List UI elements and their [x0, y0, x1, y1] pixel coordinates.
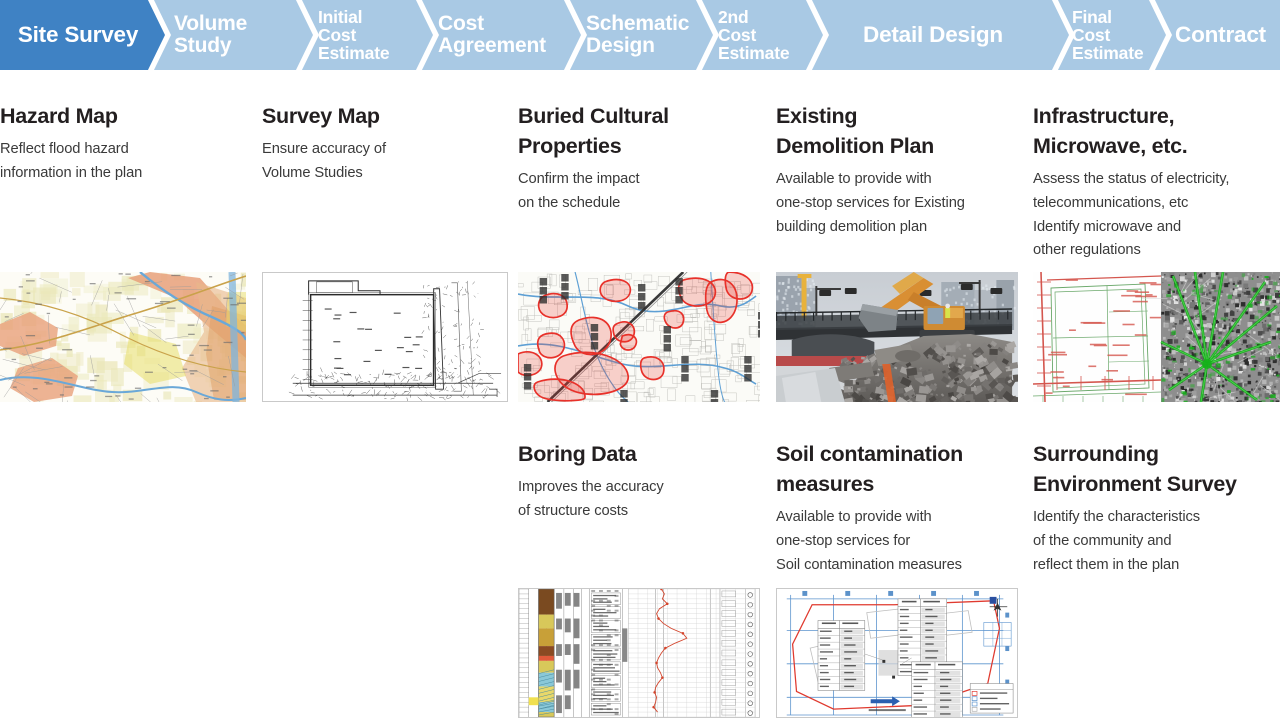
card-description: Ensure accuracy of Volume Studies: [262, 141, 386, 181]
process-step-label: Schematic Design: [586, 12, 690, 57]
thumbnail-boring-log[interactable]: [518, 588, 760, 718]
card-description: Reflect flood hazard information in the …: [0, 141, 143, 181]
process-breadcrumb: Site Survey Volume Study Initial Cost Esti…: [0, 0, 1280, 70]
thumbnail-demolition-photo[interactable]: [776, 272, 1018, 402]
survey-items-board: Hazard Map Reflect flood hazard informati…: [0, 70, 1280, 720]
card-title: Surrounding Environment Survey: [1033, 442, 1237, 496]
card-title: Buried Cultural Properties: [518, 104, 669, 158]
survey-column-0: Hazard Map Reflect flood hazard informati…: [0, 70, 248, 720]
thumbnail-infra-pair[interactable]: [1033, 272, 1280, 402]
process-step-label: 2nd Cost Estimate: [718, 6, 790, 64]
process-step-7[interactable]: Final Cost Estimate: [1056, 0, 1172, 70]
thumbnail-hazard-map[interactable]: [0, 272, 246, 402]
card-description: Confirm the impact on the schedule: [518, 171, 640, 211]
process-step-4[interactable]: Schematic Design: [568, 0, 719, 70]
survey-column-4: Infrastructure, Microwave, etc. Assess th…: [1033, 70, 1280, 720]
process-step-label: Final Cost Estimate: [1072, 6, 1144, 64]
process-step-label: Initial Cost Estimate: [318, 6, 390, 64]
survey-column-3: Existing Demolition Plan Available to pro…: [776, 70, 1026, 720]
process-step-label: Contract: [1175, 22, 1266, 48]
process-step-0[interactable]: Site Survey: [0, 0, 171, 70]
process-step-8[interactable]: Contract: [1153, 0, 1280, 70]
process-step-2[interactable]: Initial Cost Estimate: [300, 0, 439, 70]
card-title: Soil contamination measures: [776, 442, 963, 496]
card-description: Available to provide with one-stop servi…: [776, 509, 962, 573]
card-description: Improves the accuracy of structure costs: [518, 479, 664, 519]
process-step-label: Volume Study: [174, 12, 248, 57]
card-title: Existing Demolition Plan: [776, 104, 934, 158]
card-description: Available to provide with one-stop servi…: [776, 171, 965, 235]
card-description: Identify the characteristics of the comm…: [1033, 509, 1200, 573]
card-title: Infrastructure, Microwave, etc.: [1033, 104, 1188, 158]
process-step-1[interactable]: Volume Study: [152, 0, 319, 70]
card-title: Boring Data: [518, 442, 637, 466]
process-step-6[interactable]: Detail Design: [810, 0, 1075, 70]
process-step-3[interactable]: Cost Agreement: [420, 0, 587, 70]
process-step-label: Detail Design: [863, 22, 1003, 48]
card-title: Hazard Map: [0, 104, 118, 128]
thumbnail-soil-plan[interactable]: [776, 588, 1018, 718]
process-step-label: Cost Agreement: [438, 12, 546, 57]
survey-column-1: Survey Map Ensure accuracy of Volume Stud…: [262, 70, 510, 720]
card-title: Survey Map: [262, 104, 380, 128]
thumbnail-cultural-map[interactable]: [518, 272, 760, 402]
survey-column-2: Buried Cultural Properties Confirm the im…: [518, 70, 766, 720]
process-step-label: Site Survey: [17, 22, 139, 48]
card-description: Assess the status of electricity, teleco…: [1033, 171, 1230, 259]
thumbnail-survey-map[interactable]: [262, 272, 508, 402]
process-step-5[interactable]: 2nd Cost Estimate: [700, 0, 829, 70]
